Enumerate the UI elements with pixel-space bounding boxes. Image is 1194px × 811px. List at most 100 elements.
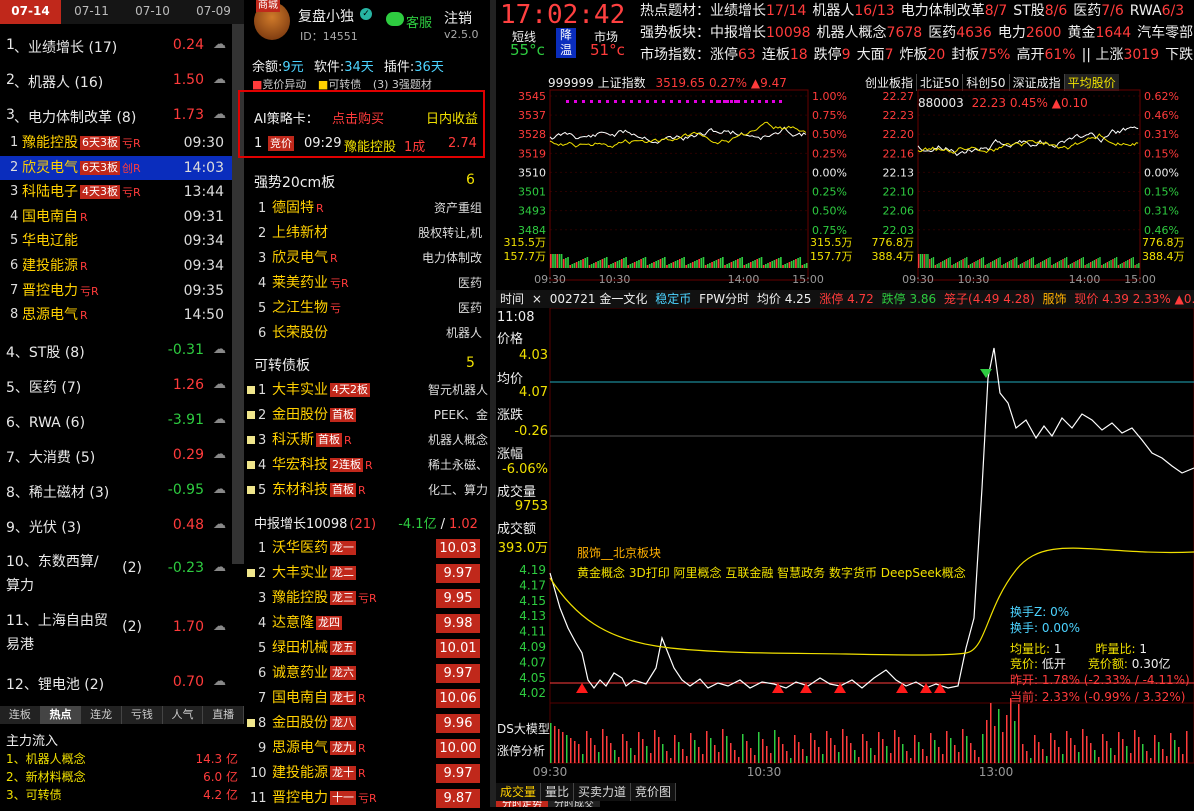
sector-stock-row[interactable]: 7 晋控电力 亏R 09:35 <box>0 279 232 303</box>
date-tab[interactable]: 07-14 <box>0 0 61 24</box>
volume-bar <box>1102 734 1104 763</box>
tab-lianban[interactable]: 连板 <box>0 706 41 724</box>
sector-row[interactable]: 5、医药 (7) 1.26 ☁ <box>0 377 232 399</box>
date-tab[interactable]: 07-09 <box>183 0 244 24</box>
shop-badge[interactable]: 商城 <box>256 0 280 12</box>
volume-bar <box>738 757 740 763</box>
strong20-row[interactable]: 6 长荣股份 机器人 <box>244 321 490 346</box>
sector-stock-row[interactable]: 8 思源电气 R 14:50 <box>0 303 232 327</box>
volume-bar <box>762 265 765 268</box>
sector-row[interactable]: 2 、机器人 (16) 1.50 ☁ <box>0 72 232 94</box>
sector-stock-row[interactable]: 5 华电辽能 09:34 <box>0 229 232 253</box>
cloud-icon[interactable]: ☁ <box>213 674 226 689</box>
growth-row[interactable]: 11 晋控电力 十一 亏R 9.87 <box>244 786 490 811</box>
sector-row[interactable]: 12、锂电池 (2) 0.70 ☁ <box>0 674 232 696</box>
sector-stock-row[interactable]: 1 豫能控股 6天3板 亏R 09:30 <box>0 131 232 155</box>
wechat-icon[interactable] <box>386 12 404 26</box>
tab-auction-chart[interactable]: 竞价图 <box>631 783 677 801</box>
strong20-row[interactable]: 4 莱美药业 亏R 医药 <box>244 271 490 296</box>
date-tab[interactable]: 07-10 <box>122 0 183 24</box>
cloud-icon[interactable]: ☁ <box>213 517 226 532</box>
convbond-row[interactable]: 2 金田股份 首板 PEEK、金 <box>244 403 490 428</box>
sector-row[interactable]: 1 、业绩增长 (17) 0.24 ☁ <box>0 37 232 59</box>
volume-bar <box>1038 742 1040 763</box>
sector-row[interactable]: 11、上海自由贸 易港 (2) 1.70 ☁ <box>0 610 232 654</box>
volume-bar <box>938 747 940 763</box>
tab-kuiqian[interactable]: 亏钱 <box>122 706 163 724</box>
tab-trades[interactable]: 分时成交 <box>548 801 600 807</box>
strong20-row[interactable]: 5 之江生物亏 医药 <box>244 296 490 321</box>
growth-row[interactable]: 7 国电南自 龙七 R 10.06 <box>244 686 490 711</box>
cloud-icon[interactable]: ☁ <box>213 37 226 52</box>
cloud-icon[interactable]: ☁ <box>213 482 226 497</box>
convbond-row[interactable]: 3 科沃斯 首板 R 机器人概念 <box>244 428 490 453</box>
cloud-icon[interactable]: ☁ <box>213 342 226 357</box>
ai-strategy-card[interactable]: AI策略卡： 点击购买 日内收益 1 竞价 09:29 豫能控股 1成 2.74 <box>238 90 485 158</box>
sector-row[interactable]: 10、东数西算/ 算力 (2) -0.23 ☁ <box>0 551 232 595</box>
flow-row[interactable]: 1、机器人概念 14.3 亿 <box>0 751 244 768</box>
sector-stock-row[interactable]: 2 欣灵电气 6天3板 创R 14:03 <box>0 155 232 180</box>
cloud-icon[interactable]: ☁ <box>213 412 226 427</box>
sector-stock-row[interactable]: 6 建投能源 R 09:34 <box>0 254 232 278</box>
growth-row[interactable]: 4 达意隆 龙四 9.98 <box>244 611 490 636</box>
sh-index-chart[interactable]: 3545 1.00% 3537 0.75% 3528 0.50% 3519 0.25% 3510… <box>496 88 858 288</box>
buy-link[interactable]: 点击购买 <box>332 108 384 127</box>
tab-ratio[interactable]: 量比 <box>541 783 575 801</box>
growth-row[interactable]: 3 豫能控股 龙三 亏R 9.95 <box>244 586 490 611</box>
cloud-icon[interactable]: ☁ <box>213 107 226 122</box>
tab-force[interactable]: 买卖力道 <box>574 783 632 801</box>
tab-lianlong[interactable]: 连龙 <box>81 706 123 724</box>
auction-dot <box>662 100 665 103</box>
logout-button[interactable]: 注销 <box>444 8 472 28</box>
growth-row[interactable]: 1 沃华医药 龙一 10.03 <box>244 536 490 561</box>
tab-zhibo[interactable]: 直播 <box>203 706 245 724</box>
cloud-icon[interactable]: ☁ <box>213 447 226 462</box>
convbond-row[interactable]: 5 东材科技 首板 R 化工、算力 <box>244 478 490 503</box>
volume-bar <box>822 754 824 763</box>
volume-bar <box>663 257 666 268</box>
volume-bar <box>752 261 754 268</box>
y-tick-label: 4.15 <box>519 594 546 608</box>
cloud-icon[interactable]: ☁ <box>213 619 226 634</box>
tab-renqi[interactable]: 人气 <box>163 706 204 724</box>
cloud-icon[interactable]: ☁ <box>213 377 226 392</box>
ai-stock-name[interactable]: 豫能控股 <box>344 136 396 155</box>
convbond-row[interactable]: 1 大丰实业 4天2板 智元机器人 <box>244 378 490 403</box>
volume-bar <box>679 259 681 268</box>
growth-row[interactable]: 10 建投能源 龙十 R 9.97 <box>244 761 490 786</box>
growth-row[interactable]: 6 诚意药业 龙六 9.97 <box>244 661 490 686</box>
sector-row[interactable]: 8、稀土磁材 (3) -0.95 ☁ <box>0 482 232 504</box>
sector-row[interactable]: 6、RWA (6) -3.91 ☁ <box>0 412 232 434</box>
growth-row[interactable]: 9 思源电气 龙九 R 10.00 <box>244 736 490 761</box>
service-link[interactable]: 客服 <box>406 12 432 31</box>
cy-index-chart[interactable]: 22.27 0.62% 22.23 0.46% 22.20 0.31% 22.16 0.15%… <box>862 88 1194 288</box>
sector-stock-row[interactable]: 3 科陆电子 4天3板 亏R 13:44 <box>0 180 232 204</box>
tab-intraday[interactable]: 分时走势 <box>496 801 548 807</box>
flow-row[interactable]: 3、可转债 4.2 亿 <box>0 787 244 804</box>
sector-row[interactable]: 9、光伏 (3) 0.48 ☁ <box>0 517 232 539</box>
date-tab[interactable]: 07-11 <box>61 0 122 24</box>
volume-bar <box>1054 263 1057 268</box>
sector-row[interactable]: 7、大消费 (5) 0.29 ☁ <box>0 447 232 469</box>
volume-bar <box>1038 263 1040 268</box>
strong20-row[interactable]: 3 欣灵电气 R 电力体制改 <box>244 246 490 271</box>
growth-row[interactable]: 8 金田股份 龙八 9.96 <box>244 711 490 736</box>
convbond-row[interactable]: 4 华宏科技 2连板 R 稀土永磁、 <box>244 453 490 478</box>
strong20-row[interactable]: 2 上纬新材 股权转让,机 <box>244 221 490 246</box>
tab-volume[interactable]: 成交量 <box>496 783 542 801</box>
cloud-icon[interactable]: ☁ <box>213 560 226 575</box>
volume-bar <box>687 264 690 268</box>
strong20-row[interactable]: 1 德固特 R 资产重组 <box>244 196 490 221</box>
sector-row[interactable]: 3 、电力体制改革 (8) 1.73 ☁ <box>0 107 232 129</box>
ds-model-link[interactable]: DS大模型 <box>497 720 550 737</box>
growth-row[interactable]: 2 大丰实业 龙二 9.97 <box>244 561 490 586</box>
tab-hotspot[interactable]: 热点 <box>40 706 82 724</box>
limit-analysis-link[interactable]: 涨停分析 <box>497 742 545 759</box>
flow-row[interactable]: 2、新材料概念 6.0 亿 <box>0 769 244 786</box>
sector-stock-row[interactable]: 4 国电南自 R 09:31 <box>0 205 232 229</box>
tab-time[interactable]: 时间 <box>496 292 528 306</box>
growth-row[interactable]: 5 绿田机械 龙五 10.01 <box>244 636 490 661</box>
cloud-icon[interactable]: ☁ <box>213 72 226 87</box>
sector-row[interactable]: 4、ST股 (8) -0.31 ☁ <box>0 342 232 364</box>
close-icon[interactable]: × <box>532 292 542 306</box>
